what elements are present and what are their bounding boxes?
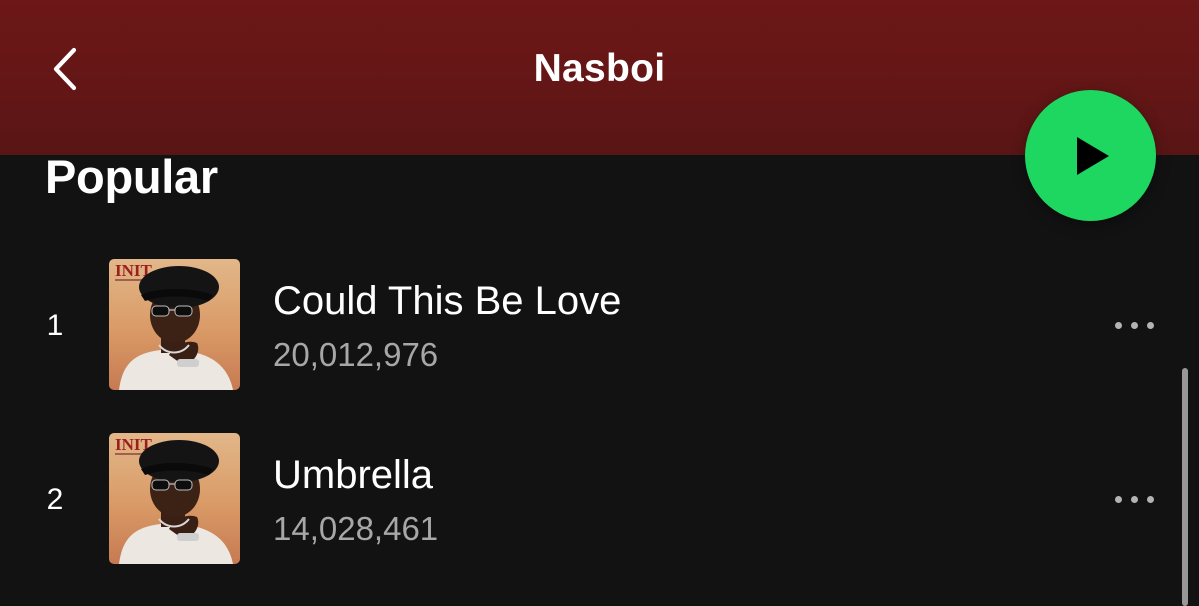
track-title: Could This Be Love [273, 279, 622, 323]
artist-screen: Nasboi Popular 1 INIT Could This Be Love… [0, 0, 1199, 606]
track-row[interactable]: 2 INIT Umbrella 14,028,461 [0, 433, 1199, 565]
more-dot [1130, 321, 1138, 329]
scrollbar[interactable] [1182, 368, 1188, 606]
album-cover: INIT [109, 433, 240, 564]
play-icon [1076, 136, 1109, 175]
more-options-button[interactable] [1106, 305, 1162, 345]
more-dot [1146, 321, 1154, 329]
play-button[interactable] [1025, 90, 1156, 221]
album-cover: INIT [109, 259, 240, 390]
more-dot [1146, 495, 1154, 503]
more-dot [1130, 495, 1138, 503]
track-play-count: 20,012,976 [273, 336, 439, 373]
section-title: Popular [45, 150, 218, 203]
artist-name-title: Nasboi [533, 47, 666, 90]
more-horizontal-icon [1114, 495, 1122, 503]
more-horizontal-icon [1114, 321, 1122, 329]
track-number: 1 [46, 309, 64, 342]
track-row[interactable]: 1 INIT Could This Be Love 20,012,976 [0, 259, 1199, 391]
top-bar: Nasboi [0, 0, 1199, 155]
track-number: 2 [46, 483, 64, 516]
more-options-button[interactable] [1106, 479, 1162, 519]
track-title: Umbrella [273, 453, 434, 497]
track-play-count: 14,028,461 [273, 510, 439, 547]
